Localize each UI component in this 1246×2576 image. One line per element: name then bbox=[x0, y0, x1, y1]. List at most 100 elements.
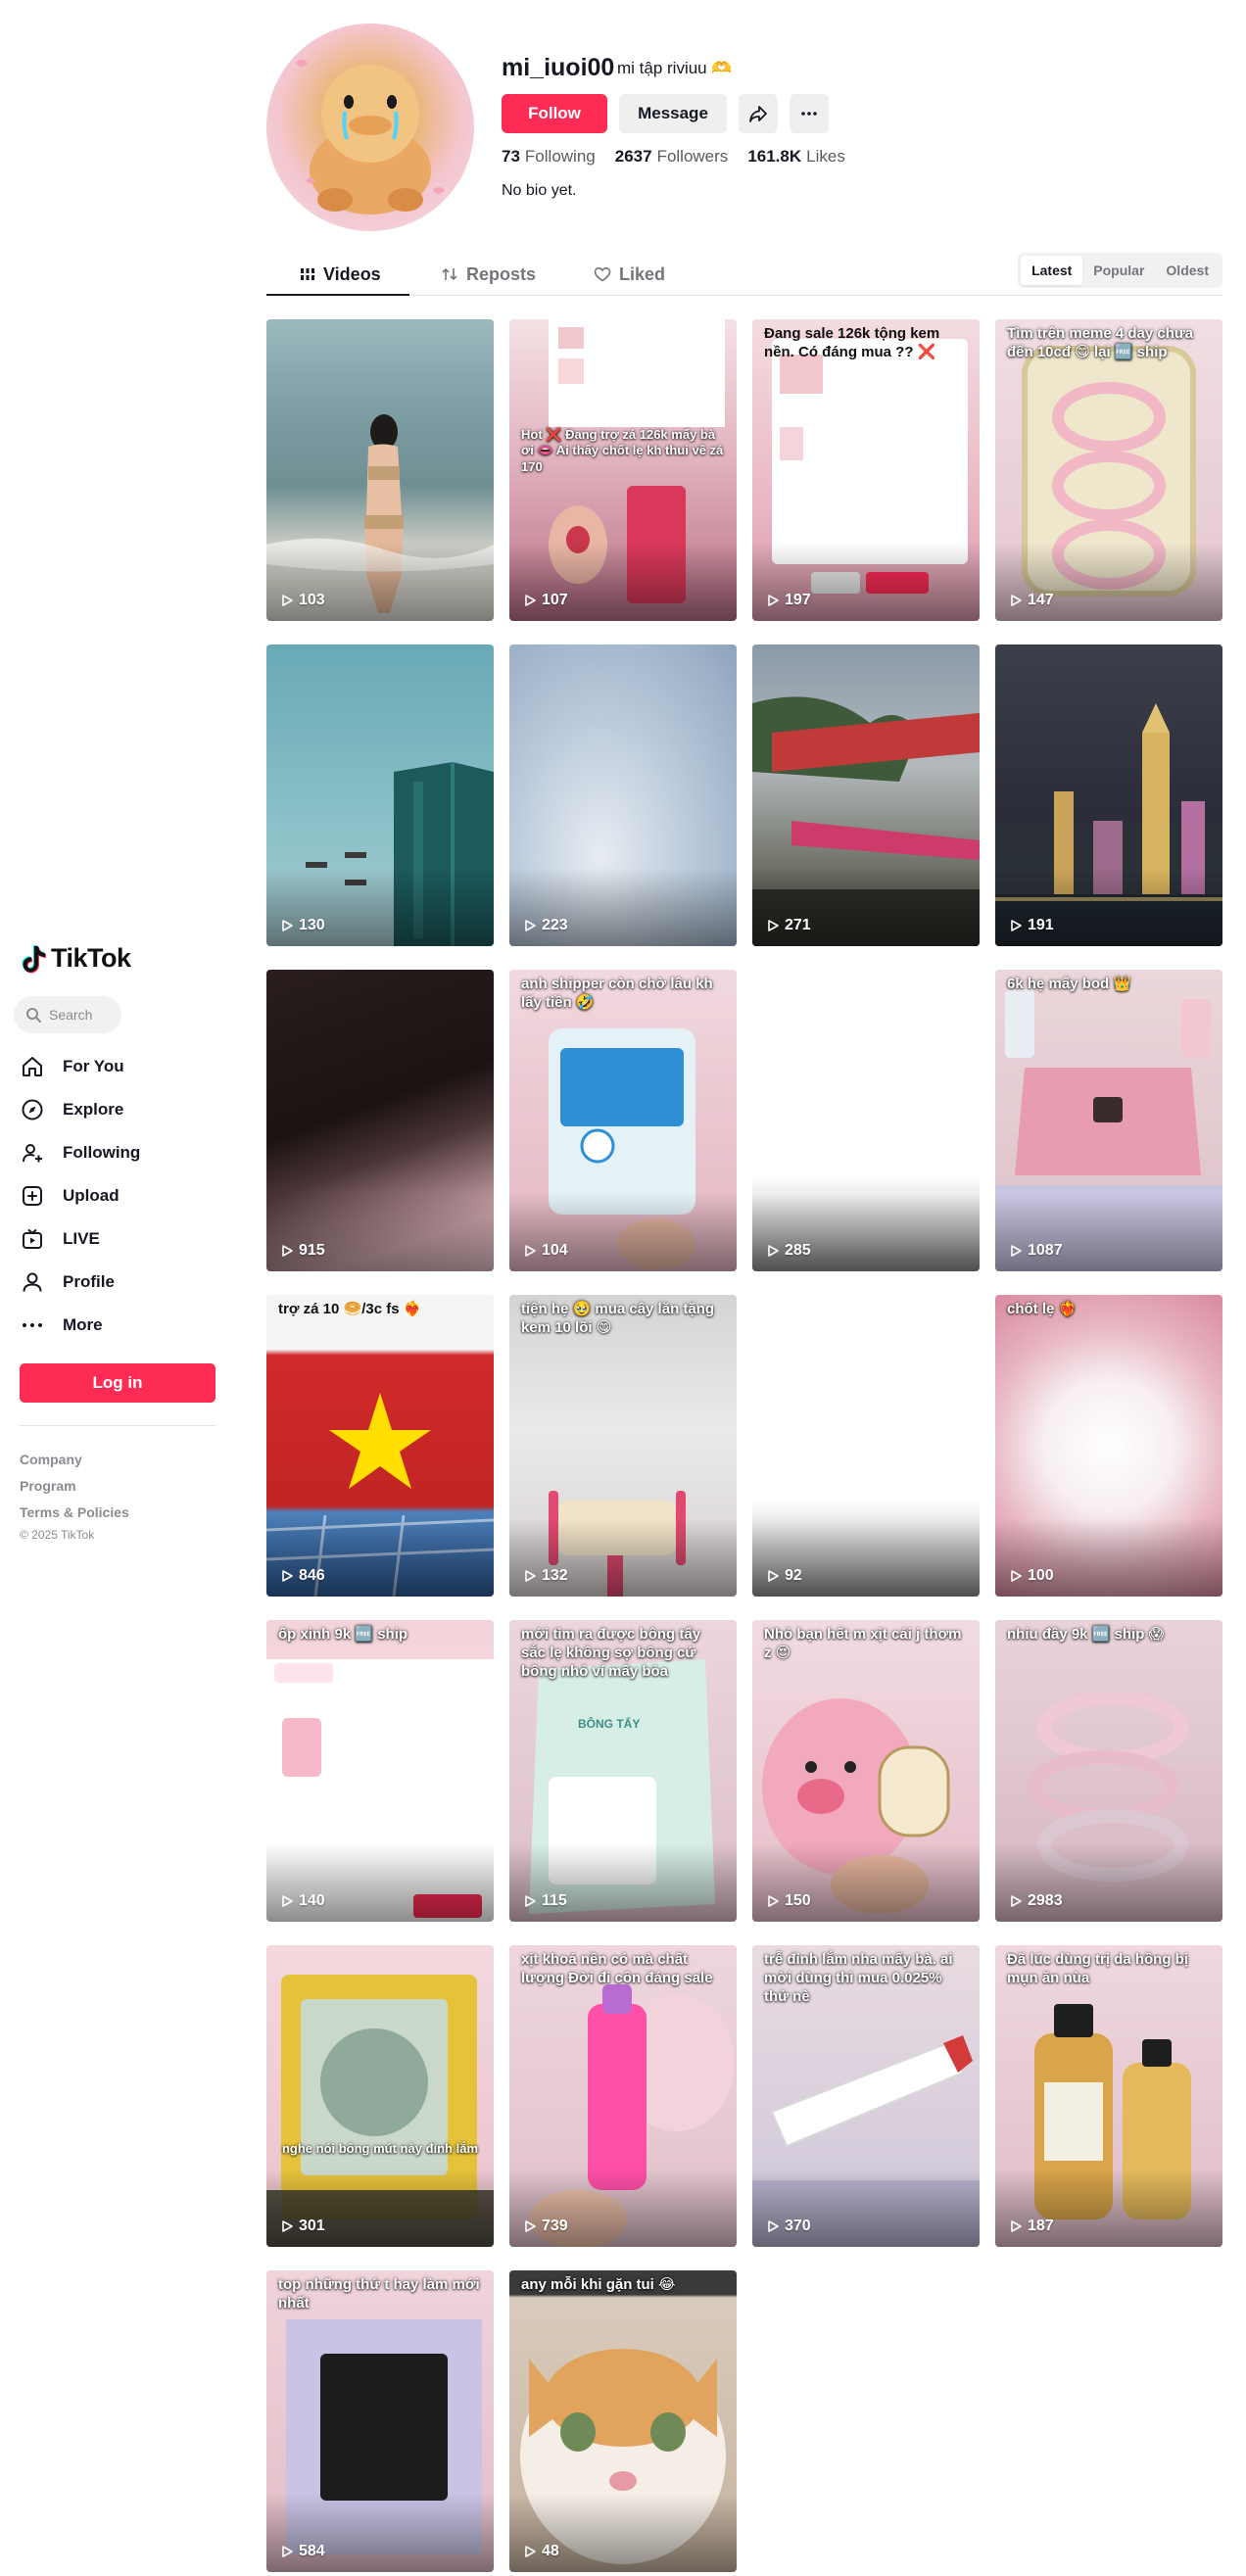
view-count: 150 bbox=[766, 1892, 811, 1910]
video-caption: mới tìm ra được bông tẩy sắc lẹ không sợ… bbox=[521, 1626, 701, 1680]
video-card[interactable]: 191 bbox=[995, 644, 1222, 946]
more-options-button[interactable] bbox=[790, 94, 829, 133]
share-button[interactable] bbox=[739, 94, 778, 133]
video-card[interactable]: 92 bbox=[752, 1295, 980, 1597]
repost-icon bbox=[442, 267, 457, 281]
video-caption: any mỗi khi gặn tui 😂 bbox=[521, 2276, 676, 2293]
video-card[interactable]: 223 bbox=[509, 644, 737, 946]
video-card[interactable]: tiện hẹ 🥹 mua cây lăn tặng kem 10 lõi 😋 … bbox=[509, 1295, 737, 1597]
video-caption: nghe nói bông mút này đỉnh lắm bbox=[281, 2141, 479, 2156]
play-icon bbox=[768, 920, 779, 931]
nav-item-live[interactable]: LIVE bbox=[20, 1217, 140, 1261]
video-card[interactable]: 271 bbox=[752, 644, 980, 946]
grid-icon bbox=[301, 268, 314, 280]
view-count: 271 bbox=[766, 917, 811, 934]
footer-link-company[interactable]: Company bbox=[20, 1447, 129, 1473]
stat-likes: 161.8K Likes bbox=[747, 147, 845, 166]
video-card[interactable]: 130 bbox=[266, 644, 494, 946]
video-card[interactable]: BÔNG TẨY mới tìm ra được bông tẩy sắc lẹ… bbox=[509, 1620, 737, 1922]
svg-text:BÔNG TẨY: BÔNG TẨY bbox=[578, 1716, 640, 1731]
play-icon bbox=[525, 1570, 536, 1582]
video-card[interactable]: trợ zá 10 🥯/3c fs ❤️‍🔥 846 bbox=[266, 1295, 494, 1597]
ellipsis-icon bbox=[801, 112, 817, 116]
tab-liked[interactable]: Liked bbox=[594, 253, 665, 296]
video-card[interactable]: ốp xinh 9k 🆓 ship 140 bbox=[266, 1620, 494, 1922]
video-card[interactable]: xịt khoá nền có mà chất lượng Đời đỉ côn… bbox=[509, 1945, 737, 2247]
profile-actions: Follow Message bbox=[502, 94, 829, 133]
nav-item-more[interactable]: More bbox=[20, 1304, 140, 1347]
nav-item-label: Following bbox=[63, 1143, 141, 1162]
play-icon bbox=[282, 920, 293, 931]
play-icon bbox=[525, 595, 536, 606]
video-card[interactable]: trễ đỉnh lắm nha mấy bà. ai mời dùng thì… bbox=[752, 1945, 980, 2247]
view-count: 285 bbox=[766, 1242, 811, 1260]
view-count: 92 bbox=[766, 1567, 802, 1585]
sort-popular[interactable]: Popular bbox=[1082, 256, 1155, 285]
video-card[interactable]: 103 bbox=[266, 319, 494, 621]
view-count: 915 bbox=[280, 1242, 325, 1260]
video-card[interactable]: 285 bbox=[752, 970, 980, 1271]
sort-oldest[interactable]: Oldest bbox=[1155, 256, 1220, 285]
stat-following[interactable]: 73 Following bbox=[502, 147, 596, 167]
video-card[interactable]: top những thứ t hay làm mới nhất 584 bbox=[266, 2270, 494, 2572]
video-caption: top những thứ t hay làm mới nhất bbox=[278, 2276, 480, 2312]
nav-item-label: More bbox=[63, 1315, 103, 1334]
video-card[interactable]: Hot ❌ Đang trợ zá 126k mấy bà ơi 👄 Ai th… bbox=[509, 319, 737, 621]
video-card[interactable]: anh shipper còn chờ lâu kh lấy tiền 🤣 10… bbox=[509, 970, 737, 1271]
play-icon bbox=[282, 2220, 293, 2232]
video-caption: Đang sale 126k tộng kem nền. Có đáng mua… bbox=[764, 325, 940, 360]
play-icon bbox=[525, 920, 536, 931]
view-count: 739 bbox=[523, 2218, 568, 2235]
video-card[interactable]: Tìm trên meme 4 day chưa đến 10cđ 😋 lại … bbox=[995, 319, 1222, 621]
search-input[interactable] bbox=[49, 1007, 118, 1023]
follow-button[interactable]: Follow bbox=[502, 94, 607, 133]
nav-item-for-you[interactable]: For You bbox=[20, 1045, 140, 1088]
nav-item-profile[interactable]: Profile bbox=[20, 1261, 140, 1304]
video-caption: trễ đỉnh lắm nha mấy bà. ai mời dùng thì… bbox=[764, 1951, 953, 2005]
profile-tabs: Videos Reposts Liked Latest Popular Olde… bbox=[266, 253, 1222, 296]
view-count: 223 bbox=[523, 917, 568, 934]
video-card[interactable]: Nhỏ bạn hết m xịt cái j thơm z 😍 150 bbox=[752, 1620, 980, 1922]
tiktok-logo[interactable]: TikTok bbox=[22, 943, 131, 974]
video-card[interactable]: 915 bbox=[266, 970, 494, 1271]
video-card[interactable]: nhiu đây 9k 🆓 ship 😱 2983 bbox=[995, 1620, 1222, 1922]
stat-followers[interactable]: 2637 Followers bbox=[615, 147, 729, 167]
play-icon bbox=[1011, 920, 1022, 931]
message-button[interactable]: Message bbox=[619, 94, 727, 133]
avatar[interactable] bbox=[266, 24, 474, 231]
view-count: 115 bbox=[523, 1892, 567, 1910]
video-card[interactable]: chốt lẹ ❤️‍🔥 100 bbox=[995, 1295, 1222, 1597]
nav-item-label: Profile bbox=[63, 1272, 115, 1291]
video-caption: Nhỏ bạn hết m xịt cái j thơm z 😍 bbox=[764, 1626, 962, 1661]
compass-icon bbox=[20, 1097, 45, 1122]
login-button[interactable]: Log in bbox=[20, 1363, 216, 1403]
sidebar-divider bbox=[20, 1425, 216, 1426]
video-card[interactable]: nghe nói bông mút này đỉnh lắm 301 bbox=[266, 1945, 494, 2247]
more-icon bbox=[20, 1312, 45, 1338]
play-icon bbox=[1011, 1245, 1022, 1257]
footer-link-program[interactable]: Program bbox=[20, 1473, 129, 1500]
video-card[interactable]: Đang sale 126k tộng kem nền. Có đáng mua… bbox=[752, 319, 980, 621]
play-icon bbox=[282, 1895, 293, 1907]
tab-videos[interactable]: Videos bbox=[300, 253, 381, 296]
view-count: 48 bbox=[523, 2543, 559, 2560]
sort-latest[interactable]: Latest bbox=[1021, 256, 1083, 285]
nav-item-upload[interactable]: Upload bbox=[20, 1174, 140, 1217]
search-box[interactable] bbox=[14, 996, 121, 1033]
video-card[interactable]: any mỗi khi gặn tui 😂 48 bbox=[509, 2270, 737, 2572]
profile-username: mi_iuoi00 bbox=[502, 54, 615, 81]
video-card[interactable]: 6k hẹ mấy bod 👑 1087 bbox=[995, 970, 1222, 1271]
tab-videos-label: Videos bbox=[323, 263, 381, 284]
footer-link-terms[interactable]: Terms & Policies bbox=[20, 1500, 129, 1526]
nav-item-following[interactable]: Following bbox=[20, 1131, 140, 1174]
view-count: 584 bbox=[280, 2543, 325, 2560]
nav-item-explore[interactable]: Explore bbox=[20, 1088, 140, 1131]
video-caption: nhiu đây 9k 🆓 ship 😱 bbox=[1007, 1626, 1165, 1643]
play-icon bbox=[768, 595, 779, 606]
play-icon bbox=[525, 2546, 536, 2557]
view-count: 107 bbox=[523, 592, 568, 609]
video-card[interactable]: Đã lúc dùng trị da hồng bị mụn ăn nùa 18… bbox=[995, 1945, 1222, 2247]
play-icon bbox=[768, 1245, 779, 1257]
tab-reposts[interactable]: Reposts bbox=[441, 253, 536, 296]
view-count: 104 bbox=[523, 1242, 568, 1260]
